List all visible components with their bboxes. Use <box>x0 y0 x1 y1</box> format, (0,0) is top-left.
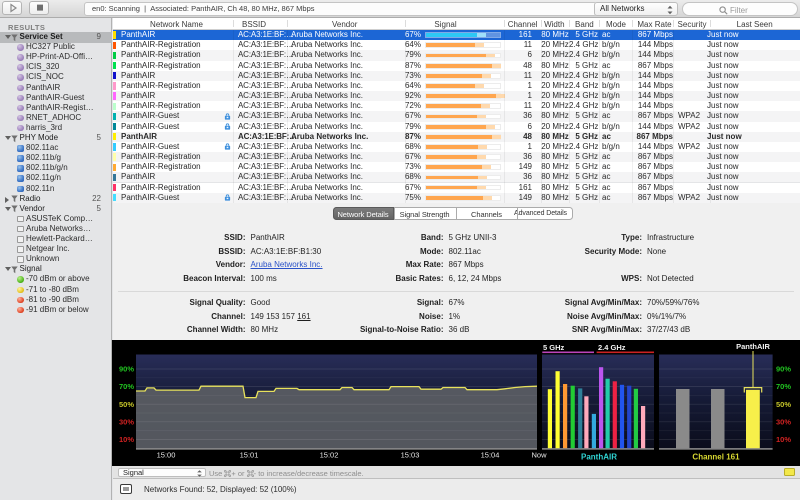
svg-text:70%: 70% <box>119 382 134 391</box>
svg-text:30%: 30% <box>119 417 134 426</box>
svg-text:90%: 90% <box>776 365 791 374</box>
svg-text:70%: 70% <box>776 382 791 391</box>
svg-text:10%: 10% <box>776 435 791 444</box>
svg-text:30%: 30% <box>776 417 791 426</box>
svg-text:PanthAIR: PanthAIR <box>736 342 770 351</box>
svg-text:15:00: 15:00 <box>157 451 176 460</box>
svg-text:2.4 GHz: 2.4 GHz <box>598 343 626 352</box>
svg-text:50%: 50% <box>119 400 134 409</box>
svg-text:5 GHz: 5 GHz <box>543 343 565 352</box>
svg-text:Channel 161: Channel 161 <box>692 453 740 462</box>
svg-text:50%: 50% <box>776 400 791 409</box>
svg-text:Now: Now <box>531 451 547 460</box>
svg-text:PanthAIR: PanthAIR <box>581 453 617 462</box>
svg-text:15:04: 15:04 <box>481 451 500 460</box>
svg-text:15:01: 15:01 <box>240 451 259 460</box>
svg-text:15:02: 15:02 <box>320 451 339 460</box>
svg-text:10%: 10% <box>119 435 134 444</box>
svg-text:90%: 90% <box>119 365 134 374</box>
svg-text:15:03: 15:03 <box>401 451 420 460</box>
